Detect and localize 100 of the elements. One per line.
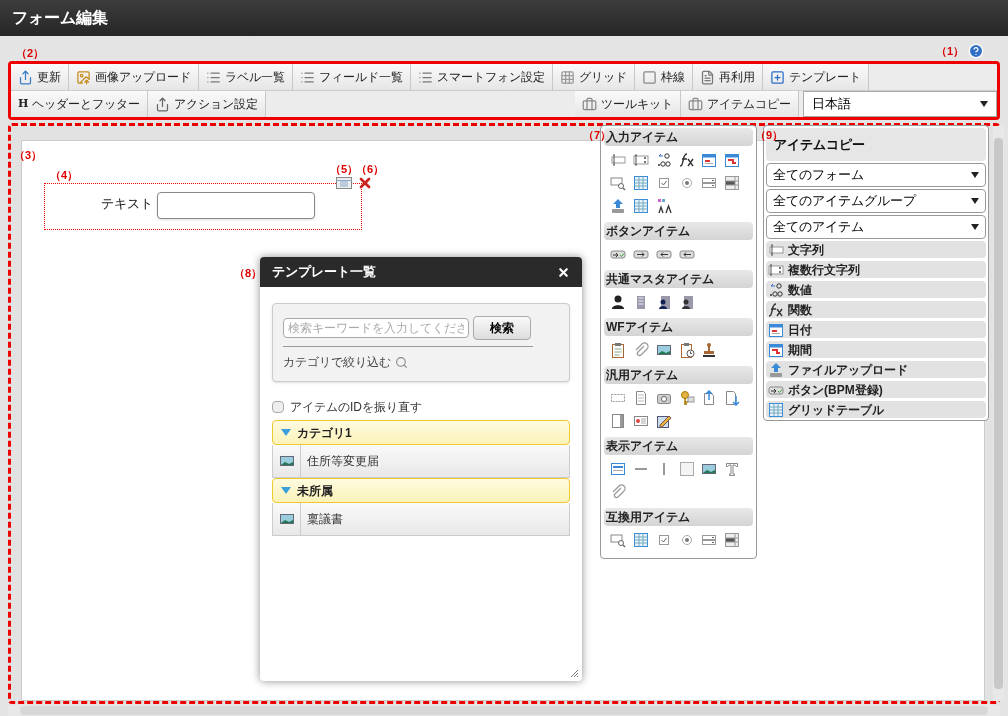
properties-icon[interactable] (336, 177, 352, 189)
toolbox-icon (582, 96, 597, 112)
text-style-icon[interactable] (724, 461, 741, 477)
toolbar-button[interactable]: 更新 (11, 64, 69, 90)
list-icon (418, 69, 433, 85)
textarea-icon[interactable] (632, 152, 649, 168)
formula-icon (768, 301, 784, 318)
font-style-icon[interactable] (655, 198, 672, 214)
toolbar-button[interactable]: スマートフォン設定 (411, 64, 553, 90)
toolbar-button[interactable]: 枠線 (635, 64, 693, 90)
side-panel-icon[interactable] (610, 413, 626, 429)
list-box-icon[interactable] (724, 175, 741, 191)
filter-select[interactable]: 全てのフォーム (766, 163, 986, 187)
person-icon[interactable] (610, 294, 626, 310)
pencil-note-icon[interactable] (655, 413, 672, 429)
item-copy-row[interactable]: ファイルアップロード (766, 361, 986, 378)
template-name: 稟議書 (306, 511, 343, 528)
text-field-icon (768, 241, 784, 258)
annotation-number: （4） (50, 168, 79, 183)
horizontal-scrollbar[interactable] (8, 705, 1000, 716)
item-copy-row[interactable]: ボタン(BPM登録) (766, 381, 986, 398)
document-download-icon[interactable] (724, 390, 741, 406)
input-field[interactable] (157, 192, 315, 219)
item-copy-row[interactable]: 日付 (766, 321, 986, 338)
filter-select[interactable]: 全てのアイテム (766, 215, 986, 239)
table-icon[interactable] (632, 175, 649, 191)
annotation-number: （8） (234, 266, 263, 281)
calendar-icon (768, 341, 784, 358)
decimal-icon (768, 281, 784, 298)
toolbar-button[interactable]: H ヘッダーとフッター (11, 91, 149, 117)
section-title: 共通マスタアイテム (606, 271, 714, 288)
formula-icon[interactable] (678, 152, 695, 168)
toolbar-button[interactable]: ツールキット (575, 91, 681, 117)
text-field-icon[interactable] (610, 152, 626, 168)
checkbox[interactable] (272, 401, 284, 413)
form-item[interactable]: テキスト (44, 183, 362, 230)
image-upload-icon (76, 69, 91, 85)
image-icon[interactable] (655, 342, 672, 358)
search-button[interactable]: 検索 (473, 316, 531, 340)
key-icon[interactable] (678, 390, 695, 406)
section-title: ボタンアイテム (606, 223, 690, 240)
table-icon[interactable] (632, 532, 649, 548)
category-name: カテゴリ1 (297, 424, 352, 442)
image-icon[interactable] (701, 461, 718, 477)
filter-select[interactable]: 全てのアイテムグループ (766, 189, 986, 213)
annotation-number: （5） (330, 162, 359, 177)
card-icon[interactable] (632, 413, 649, 429)
toolbar-button[interactable]: 画像アップロード (69, 64, 199, 90)
upload-icon (768, 361, 784, 378)
paperclip-icon[interactable] (610, 484, 626, 500)
close-icon[interactable] (557, 265, 570, 279)
clipboard-icon[interactable] (678, 342, 695, 358)
vertical-scrollbar[interactable] (993, 126, 1004, 701)
item-copy-row[interactable]: 数値 (766, 281, 986, 298)
delete-icon[interactable] (357, 175, 373, 191)
magnifier-box-icon[interactable] (610, 175, 626, 191)
section-title: WFアイテム (606, 319, 673, 336)
section-title: 汎用アイテム (606, 367, 678, 384)
table-icon (768, 401, 784, 418)
table-icon[interactable] (632, 198, 649, 214)
item-copy-row[interactable]: グリッドテーブル (766, 401, 986, 418)
decimal-icon[interactable] (655, 152, 672, 168)
language-select[interactable]: 日本語 (803, 91, 997, 117)
label-block-icon[interactable] (610, 461, 626, 477)
list-icon (206, 69, 221, 85)
header-glyph: H (18, 95, 29, 112)
upload-icon[interactable] (610, 198, 626, 214)
item-copy-row[interactable]: 期間 (766, 341, 986, 358)
annotation-number: （3） (14, 148, 43, 163)
toolbar-button[interactable]: テンプレート (763, 64, 869, 90)
clipboard-icon[interactable] (610, 342, 626, 358)
category-filter-link[interactable]: カテゴリで絞り込む (283, 353, 391, 371)
help-icon[interactable] (968, 42, 984, 59)
toolbar-button[interactable]: アクション設定 (148, 91, 267, 117)
item-copy-row[interactable]: 関数 (766, 301, 986, 318)
resize-grip-icon[interactable] (570, 669, 579, 678)
category-header[interactable]: カテゴリ1 (272, 420, 570, 445)
toolbar-button[interactable]: フィールド一覧 (293, 64, 411, 90)
item-copy-row[interactable]: 複数行文字列 (766, 261, 986, 278)
triangle-icon (281, 487, 291, 494)
list-box-icon[interactable] (724, 532, 741, 548)
annotation-number: （1） (935, 43, 964, 59)
magnifier-box-icon[interactable] (610, 532, 626, 548)
toolbar-button[interactable]: グリッド (553, 64, 635, 90)
square-icon[interactable] (678, 461, 695, 477)
toolbar-button[interactable]: ラベル一覧 (199, 64, 293, 90)
calendar-icon[interactable] (724, 152, 741, 168)
category-header[interactable]: 未所属 (272, 478, 570, 503)
image-icon (278, 453, 295, 469)
template-row[interactable]: 稟議書 (272, 503, 570, 536)
stamp-icon[interactable] (701, 342, 718, 358)
grid-icon (560, 69, 575, 85)
scroll-thumb[interactable] (994, 138, 1003, 689)
search-icon (395, 355, 408, 369)
toolbar-button[interactable]: 再利用 (693, 64, 763, 90)
item-copy-row[interactable]: 文字列 (766, 241, 986, 258)
calendar-icon[interactable] (701, 152, 718, 168)
toolbar-button[interactable]: アイテムコピー (681, 91, 799, 117)
image-icon (278, 511, 295, 527)
template-row[interactable]: 住所等変更届 (272, 445, 570, 478)
